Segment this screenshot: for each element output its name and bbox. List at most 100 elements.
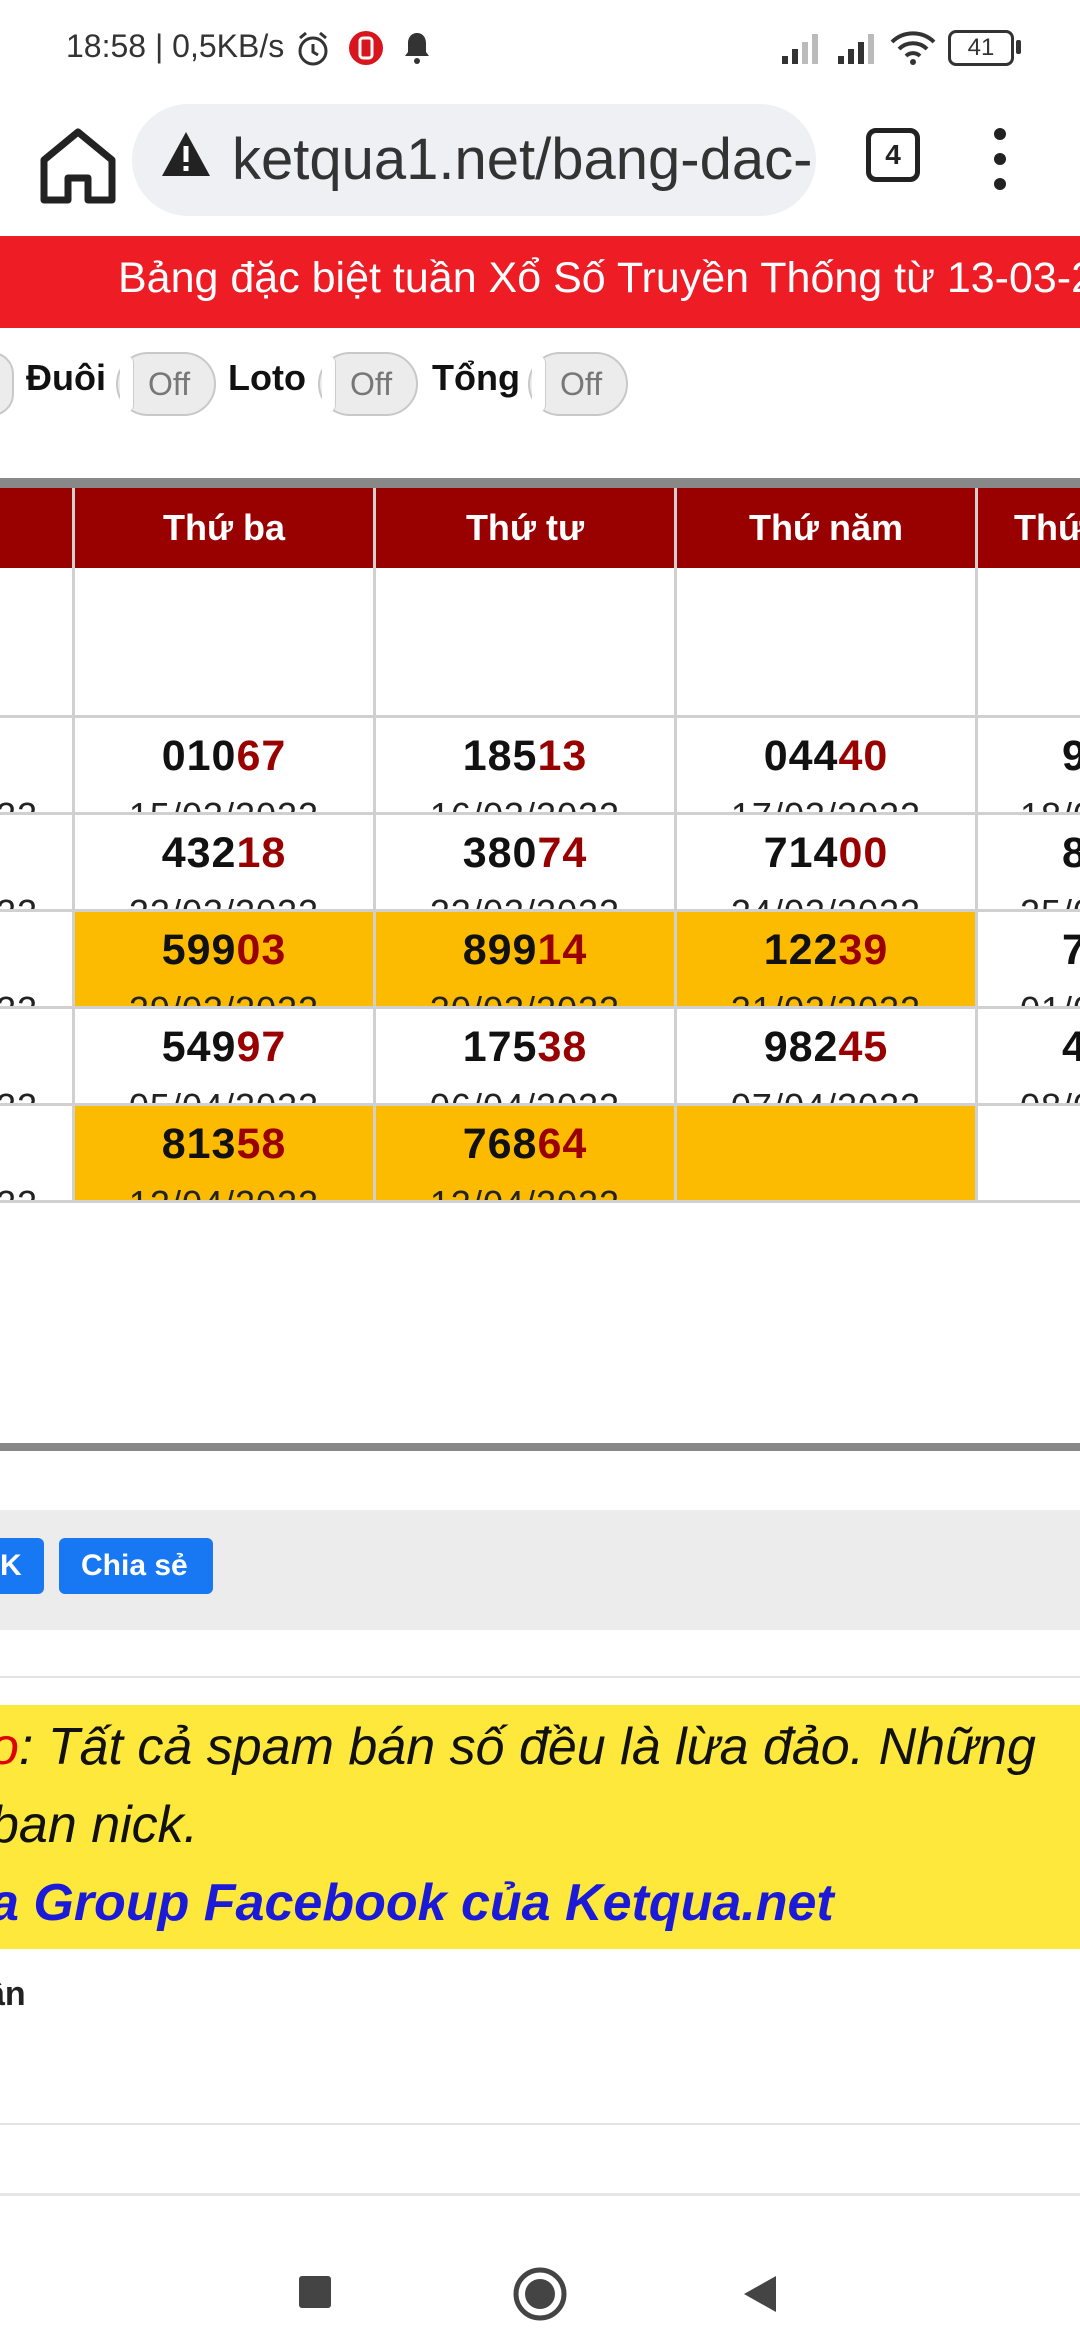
battery-tip: [1016, 40, 1021, 54]
toggle-tong[interactable]: Off: [528, 352, 628, 416]
table-cell: 18513 16/03/2022: [376, 718, 677, 815]
toggle-knob: [532, 356, 546, 412]
result-date: 22/03/2022: [75, 892, 373, 909]
toggle-label-duoi: Đuôi: [26, 357, 106, 398]
table-cell: 54997 05/04/2022: [75, 1009, 376, 1106]
share-button[interactable]: Chia sẻ: [59, 1538, 213, 1594]
result-number-head: 122: [763, 926, 839, 974]
result-number-tail: 39: [838, 926, 889, 974]
result-number: 04440: [677, 732, 975, 781]
result-number-tail: 00: [838, 829, 889, 877]
wifi-icon: [890, 31, 936, 65]
result-number-head: 982: [763, 1023, 839, 1071]
result-number-head: 185: [462, 732, 538, 780]
result-number: 17538: [376, 1023, 674, 1072]
table-cell: 17538 06/04/2022: [376, 1009, 677, 1106]
home-icon[interactable]: [30, 118, 126, 214]
table-cell: [978, 1106, 1080, 1203]
result-number-tail: 38: [537, 1023, 588, 1071]
toggle-knob: [322, 356, 336, 412]
home-nav-icon[interactable]: [512, 2266, 568, 2322]
warning-icon[interactable]: [160, 130, 212, 178]
result-number: 71400: [677, 829, 975, 878]
result-date: 22: [0, 1183, 68, 1200]
table-cell: 71400 24/03/2022: [677, 815, 978, 912]
result-number-tail: 64: [537, 1120, 588, 1168]
battery-level: 41: [967, 34, 995, 61]
notice-line-1: o: Tất cả spam bán số đều là lừa đảo. Nh…: [0, 1717, 1036, 1777]
result-number: 9: [1062, 732, 1080, 781]
result-date: 12/04/2022: [75, 1183, 373, 1200]
result-date: 25/03/2022: [1020, 892, 1080, 909]
result-number-head: 8: [1062, 829, 1080, 877]
result-number-tail: 14: [537, 926, 588, 974]
result-date: 01/04/2022: [1020, 989, 1080, 1006]
signal-icon-1: [782, 34, 818, 64]
result-number-head: 175: [462, 1023, 538, 1071]
tab-switcher-button[interactable]: 4: [866, 128, 920, 182]
result-number: 89914: [376, 926, 674, 975]
table-cell: 4 08/04/2022: [978, 1009, 1080, 1106]
result-number: 43218: [75, 829, 373, 878]
app-notification-icon: [349, 31, 383, 65]
system-nav-bar: [0, 2210, 1080, 2340]
toggle-label-loto: Loto: [228, 357, 306, 398]
table-cell: [677, 1106, 978, 1203]
table-cell-empty: [0, 568, 75, 718]
result-number-head: 7: [1062, 926, 1080, 974]
result-number-tail: 03: [236, 926, 287, 974]
url-text[interactable]: ketqua1.net/bang-dac-biet-tuan: [232, 126, 816, 193]
result-date: 30/03/2022: [376, 989, 674, 1006]
table-cell: 38074 23/03/2022: [376, 815, 677, 912]
back-icon[interactable]: [740, 2272, 780, 2316]
toggle-partial[interactable]: [0, 352, 14, 416]
result-number: 12239: [677, 926, 975, 975]
result-date: 05/04/2022: [75, 1086, 373, 1103]
result-date: 22: [0, 989, 68, 1006]
result-number: 54997: [75, 1023, 373, 1072]
notice-text-1: : Tất cả spam bán số đều là lừa đảo. Nhữ…: [18, 1718, 1036, 1776]
table-cell-partial: 22: [0, 815, 75, 912]
divider: [0, 2193, 1080, 2196]
result-number-tail: 74: [537, 829, 588, 877]
table-cell: 59903 29/03/2022: [75, 912, 376, 1009]
facebook-like-button[interactable]: K: [0, 1538, 44, 1594]
table-cell: 81358 12/04/2022: [75, 1106, 376, 1203]
toggle-duoi[interactable]: Off: [116, 352, 216, 416]
result-number: 7: [1062, 926, 1080, 975]
table-cell: 43218 22/03/2022: [75, 815, 376, 912]
result-number-head: 714: [763, 829, 839, 877]
notice-facebook-link[interactable]: a Group Facebook của Ketqua.net: [0, 1873, 834, 1933]
result-date: 17/03/2022: [677, 795, 975, 812]
result-number-tail: 13: [537, 732, 588, 780]
result-number-tail: 58: [236, 1120, 287, 1168]
more-menu-icon[interactable]: [980, 124, 1020, 194]
result-date: 18/03/2022: [1020, 795, 1080, 812]
result-number-head: 599: [161, 926, 237, 974]
browser-toolbar: ketqua1.net/bang-dac-biet-tuan 4: [0, 100, 1080, 232]
result-number-head: 4: [1062, 1023, 1080, 1071]
result-number: 01067: [75, 732, 373, 781]
table-cell: 12239 31/03/2022: [677, 912, 978, 1009]
address-bar[interactable]: ketqua1.net/bang-dac-biet-tuan: [132, 104, 816, 216]
result-number-tail: 97: [236, 1023, 287, 1071]
comment-section-label: ận: [0, 1975, 26, 2013]
result-date: 24/03/2022: [677, 892, 975, 909]
results-table: Thứ ba Thứ tư Thứ năm Thứ sáu 22 01067 15/…: [0, 478, 1080, 1451]
table-cell: 01067 15/03/2022: [75, 718, 376, 815]
result-number-head: 9: [1062, 732, 1080, 780]
divider: [0, 2123, 1080, 2125]
recent-apps-icon[interactable]: [299, 2276, 331, 2308]
bell-icon: [405, 33, 429, 64]
table-cell-empty: [677, 568, 978, 718]
result-number-tail: 18: [236, 829, 287, 877]
toggle-label-tong: Tổng: [432, 357, 520, 398]
result-number-tail: 67: [236, 732, 287, 780]
table-cell-partial: 22: [0, 718, 75, 815]
result-number-head: 432: [161, 829, 237, 877]
table-cell-partial: 22: [0, 912, 75, 1009]
result-number: 76864: [376, 1120, 674, 1169]
result-date: 06/04/2022: [376, 1086, 674, 1103]
toggle-loto[interactable]: Off: [318, 352, 418, 416]
table-header-tue: Thứ ba: [75, 488, 373, 568]
